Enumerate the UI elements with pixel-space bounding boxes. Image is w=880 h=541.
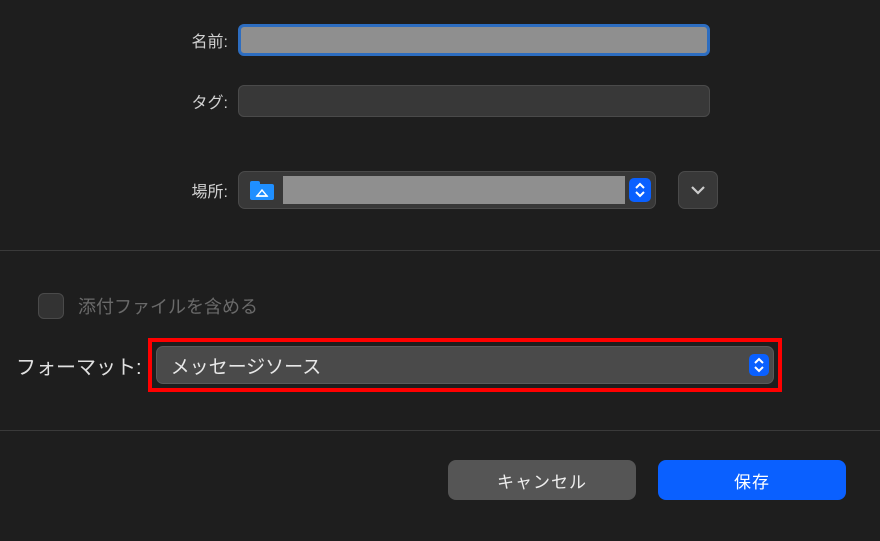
- format-selected-value: メッセージソース: [171, 352, 749, 379]
- tag-input[interactable]: [238, 85, 710, 117]
- button-row: キャンセル 保存: [448, 460, 846, 500]
- location-picker[interactable]: [238, 171, 656, 209]
- name-label: 名前:: [166, 28, 228, 52]
- chevron-down-icon: [690, 185, 706, 195]
- format-highlight: メッセージソース: [148, 338, 782, 392]
- tag-row: タグ:: [166, 85, 710, 117]
- expand-button[interactable]: [678, 171, 718, 209]
- divider: [0, 250, 880, 251]
- divider-bottom: [0, 430, 880, 431]
- format-label: フォーマット:: [16, 351, 142, 380]
- format-row: フォーマット: メッセージソース: [16, 338, 782, 392]
- include-attachments-row: 添付ファイルを含める: [38, 293, 258, 319]
- location-label: 場所:: [166, 178, 228, 202]
- format-select[interactable]: メッセージソース: [156, 346, 774, 384]
- name-row: 名前:: [166, 24, 710, 56]
- tag-label: タグ:: [166, 89, 228, 113]
- cancel-button[interactable]: キャンセル: [448, 460, 636, 500]
- home-folder-icon: [247, 178, 277, 202]
- location-value: [283, 176, 625, 204]
- include-attachments-label: 添付ファイルを含める: [78, 293, 258, 319]
- location-row: 場所:: [166, 171, 718, 209]
- format-updown-icon: [749, 354, 769, 376]
- name-input[interactable]: [238, 24, 710, 56]
- save-button[interactable]: 保存: [658, 460, 846, 500]
- include-attachments-checkbox[interactable]: [38, 293, 64, 319]
- location-updown-icon[interactable]: [629, 178, 651, 202]
